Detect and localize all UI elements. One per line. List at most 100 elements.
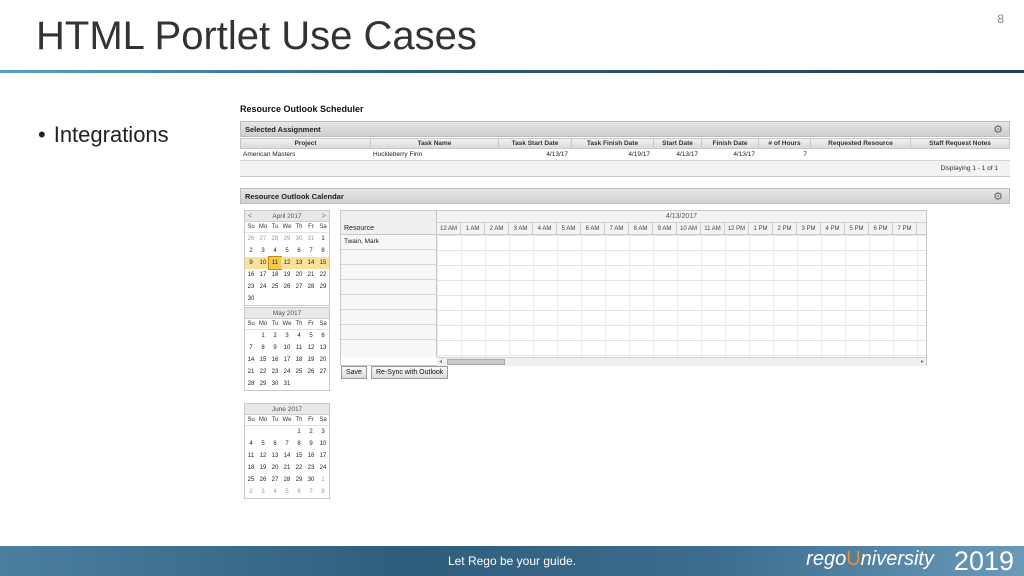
calendar-day[interactable]: 28 bbox=[245, 378, 257, 390]
calendar-day[interactable]: 2 bbox=[245, 245, 257, 257]
calendar-day[interactable]: 13 bbox=[317, 342, 329, 354]
calendar-day[interactable]: 18 bbox=[269, 269, 281, 281]
calendar-day[interactable]: 27 bbox=[257, 233, 269, 245]
calendar-day[interactable]: 6 bbox=[293, 245, 305, 257]
calendar-day[interactable]: 7 bbox=[305, 486, 317, 498]
calendar-day[interactable]: 30 bbox=[245, 293, 257, 305]
calendar-day[interactable]: 15 bbox=[317, 257, 329, 269]
calendar-day[interactable]: 19 bbox=[257, 462, 269, 474]
calendar-day[interactable]: 2 bbox=[269, 330, 281, 342]
calendar-day[interactable]: 31 bbox=[281, 378, 293, 390]
schedule-cells[interactable] bbox=[437, 235, 926, 357]
calendar-day[interactable]: 26 bbox=[305, 366, 317, 378]
calendar-day[interactable]: 9 bbox=[269, 342, 281, 354]
calendar-day[interactable]: 13 bbox=[269, 450, 281, 462]
calendar-day[interactable]: 27 bbox=[317, 366, 329, 378]
calendar-day[interactable]: 12 bbox=[305, 342, 317, 354]
calendar-day[interactable]: 17 bbox=[317, 450, 329, 462]
calendar-day[interactable]: 8 bbox=[257, 342, 269, 354]
next-month-icon[interactable]: > bbox=[322, 211, 326, 222]
calendar-day[interactable]: 4 bbox=[293, 330, 305, 342]
calendar-day[interactable]: 31 bbox=[305, 233, 317, 245]
calendar-day[interactable]: 9 bbox=[305, 438, 317, 450]
prev-month-icon[interactable]: < bbox=[248, 211, 252, 222]
calendar-day[interactable]: 8 bbox=[293, 438, 305, 450]
calendar-day[interactable]: 14 bbox=[281, 450, 293, 462]
calendar-day[interactable]: 19 bbox=[281, 269, 293, 281]
calendar-day[interactable]: 18 bbox=[245, 462, 257, 474]
calendar-day[interactable]: 29 bbox=[281, 233, 293, 245]
scroll-right-icon[interactable]: ▸ bbox=[921, 358, 924, 367]
calendar-day[interactable]: 10 bbox=[317, 438, 329, 450]
calendar-day[interactable]: 29 bbox=[293, 474, 305, 486]
column-header-task-start[interactable]: Task Start Date bbox=[499, 139, 572, 148]
calendar-day[interactable]: 10 bbox=[281, 342, 293, 354]
calendar-day[interactable]: 24 bbox=[257, 281, 269, 293]
column-header-task-finish[interactable]: Task Finish Date bbox=[572, 139, 654, 148]
calendar-day[interactable]: 14 bbox=[245, 354, 257, 366]
calendar-day[interactable]: 16 bbox=[269, 354, 281, 366]
calendar-day[interactable]: 20 bbox=[269, 462, 281, 474]
calendar-day[interactable]: 2 bbox=[245, 486, 257, 498]
calendar-day[interactable]: 26 bbox=[281, 281, 293, 293]
column-header-staff-notes[interactable]: Staff Request Notes bbox=[911, 139, 1009, 148]
save-button[interactable]: Save bbox=[341, 366, 367, 379]
calendar-day[interactable]: 7 bbox=[305, 245, 317, 257]
calendar-day[interactable]: 18 bbox=[293, 354, 305, 366]
calendar-day[interactable]: 4 bbox=[269, 486, 281, 498]
calendar-day[interactable]: 26 bbox=[257, 474, 269, 486]
calendar-day[interactable]: 22 bbox=[317, 269, 329, 281]
calendar-day[interactable]: 20 bbox=[293, 269, 305, 281]
resource-row[interactable]: Twain, Mark bbox=[341, 235, 436, 250]
calendar-day[interactable]: 1 bbox=[257, 330, 269, 342]
calendar-day[interactable]: 1 bbox=[293, 426, 305, 438]
calendar-day[interactable]: 3 bbox=[317, 426, 329, 438]
calendar-day[interactable]: 16 bbox=[245, 269, 257, 281]
calendar-day[interactable]: 23 bbox=[245, 281, 257, 293]
calendar-day[interactable]: 5 bbox=[281, 245, 293, 257]
calendar-day[interactable]: 5 bbox=[281, 486, 293, 498]
calendar-day[interactable]: 29 bbox=[257, 378, 269, 390]
calendar-day[interactable]: 12 bbox=[281, 257, 293, 269]
calendar-day[interactable]: 21 bbox=[305, 269, 317, 281]
calendar-day[interactable]: 21 bbox=[281, 462, 293, 474]
calendar-day[interactable]: 5 bbox=[305, 330, 317, 342]
calendar-day[interactable]: 30 bbox=[293, 233, 305, 245]
column-header-finish-date[interactable]: Finish Date bbox=[702, 139, 759, 148]
calendar-day[interactable]: 25 bbox=[293, 366, 305, 378]
horizontal-scrollbar[interactable]: ◂ ▸ bbox=[437, 357, 926, 366]
calendar-day[interactable]: 23 bbox=[305, 462, 317, 474]
calendar-day[interactable]: 25 bbox=[269, 281, 281, 293]
calendar-day[interactable]: 20 bbox=[317, 354, 329, 366]
scrollbar-thumb[interactable] bbox=[447, 359, 505, 365]
column-header-hours[interactable]: # of Hours bbox=[759, 139, 811, 148]
calendar-day[interactable]: 17 bbox=[281, 354, 293, 366]
calendar-day[interactable]: 6 bbox=[293, 486, 305, 498]
calendar-day[interactable]: 25 bbox=[245, 474, 257, 486]
calendar-day[interactable]: 4 bbox=[245, 438, 257, 450]
calendar-day[interactable]: 8 bbox=[317, 486, 329, 498]
table-row[interactable]: American Masters Huckleberry Finn 4/13/1… bbox=[240, 149, 1010, 160]
calendar-day[interactable]: 11 bbox=[268, 256, 282, 270]
column-header-project[interactable]: Project bbox=[241, 139, 371, 148]
calendar-day[interactable]: 22 bbox=[293, 462, 305, 474]
calendar-day[interactable]: 9 bbox=[245, 257, 257, 269]
calendar-day[interactable]: 26 bbox=[245, 233, 257, 245]
calendar-day[interactable]: 28 bbox=[305, 281, 317, 293]
calendar-day[interactable]: 8 bbox=[317, 245, 329, 257]
column-header-task-name[interactable]: Task Name bbox=[371, 139, 499, 148]
calendar-day[interactable]: 24 bbox=[317, 462, 329, 474]
calendar-day[interactable]: 10 bbox=[257, 257, 269, 269]
calendar-day[interactable]: 11 bbox=[245, 450, 257, 462]
calendar-day[interactable]: 7 bbox=[245, 342, 257, 354]
calendar-day[interactable]: 28 bbox=[269, 233, 281, 245]
calendar-day[interactable]: 4 bbox=[269, 245, 281, 257]
calendar-day[interactable]: 30 bbox=[269, 378, 281, 390]
calendar-day[interactable]: 6 bbox=[317, 330, 329, 342]
calendar-day[interactable]: 14 bbox=[305, 257, 317, 269]
calendar-day[interactable]: 12 bbox=[257, 450, 269, 462]
calendar-day[interactable]: 1 bbox=[317, 233, 329, 245]
calendar-day[interactable]: 1 bbox=[317, 474, 329, 486]
column-header-start-date[interactable]: Start Date bbox=[654, 139, 702, 148]
calendar-day[interactable]: 22 bbox=[257, 366, 269, 378]
